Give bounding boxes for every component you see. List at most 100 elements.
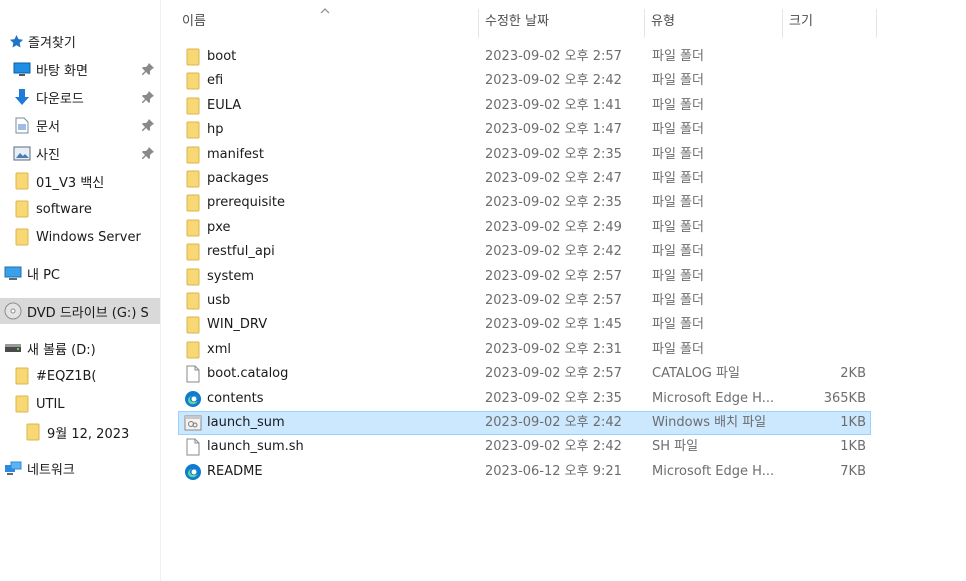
file-name: xml: [207, 341, 231, 357]
file-type: 파일 폴더: [652, 219, 704, 235]
file-modified-date: 2023-06-12 오후 9:21: [485, 463, 622, 479]
file-row[interactable]: xml 2023-09-02 오후 2:31 파일 폴더: [178, 338, 871, 362]
file-row[interactable]: efi 2023-09-02 오후 2:42 파일 폴더: [178, 69, 871, 93]
file-row[interactable]: EULA 2023-09-02 오후 1:41 파일 폴더: [178, 94, 871, 118]
file-row[interactable]: boot.catalog 2023-09-02 오후 2:57 CATALOG 파일…: [178, 362, 871, 386]
file-type: Windows 배치 파일: [652, 415, 767, 430]
file-size: [786, 46, 866, 68]
file-icon: [184, 436, 202, 458]
file-size: 2KB: [840, 366, 866, 382]
file-name: hp: [207, 122, 224, 138]
file-modified-date: 2023-09-02 오후 2:57: [485, 366, 622, 382]
column-header-type[interactable]: 유형: [645, 0, 782, 38]
file-row[interactable]: boot 2023-09-02 오후 2:57 파일 폴더: [178, 45, 871, 69]
file-name: README: [207, 463, 263, 479]
folder-icon: [184, 95, 202, 117]
nav-label: Windows Server: [36, 229, 141, 245]
nav-folder-windows-server[interactable]: Windows Server: [0, 225, 160, 249]
folder-icon: [24, 423, 42, 441]
nav-network[interactable]: 네트워크: [0, 456, 160, 480]
file-name: launch_sum.sh: [207, 439, 304, 455]
nav-documents[interactable]: 문서: [0, 113, 160, 137]
file-row[interactable]: contents 2023-09-02 오후 2:35 Microsoft Edge…: [178, 387, 871, 411]
file-size: [786, 119, 866, 141]
pin-icon[interactable]: [141, 118, 155, 132]
file-row[interactable]: prerequisite 2023-09-02 오후 2:35 파일 폴더: [178, 191, 871, 215]
column-header-bar: 이름 수정한 날짜 유형 크기: [176, 0, 966, 38]
file-modified-date: 2023-09-02 오후 2:35: [485, 390, 622, 406]
nav-label: #EQZ1B(: [36, 368, 97, 384]
file-row[interactable]: pxe 2023-09-02 오후 2:49 파일 폴더: [178, 216, 871, 240]
file-row[interactable]: packages 2023-09-02 오후 2:47 파일 폴더: [178, 167, 871, 191]
file-size: [786, 70, 866, 92]
folder-icon: [13, 367, 31, 385]
file-row[interactable]: manifest 2023-09-02 오후 2:35 파일 폴더: [178, 143, 871, 167]
nav-folder-eqz1b[interactable]: #EQZ1B(: [0, 364, 160, 388]
column-header-name[interactable]: 이름: [176, 0, 478, 38]
file-size: [786, 168, 866, 190]
file-row[interactable]: usb 2023-09-02 오후 2:57 파일 폴더: [178, 289, 871, 313]
folder-icon: [184, 241, 202, 263]
file-name: pxe: [207, 219, 231, 235]
pin-icon[interactable]: [141, 146, 155, 160]
folder-icon: [184, 266, 202, 288]
column-header-size[interactable]: 크기: [783, 0, 876, 38]
file-row[interactable]: launch_sum.sh 2023-09-02 오후 2:42 SH 파일 1KB: [178, 435, 871, 459]
nav-downloads[interactable]: 다운로드: [0, 85, 160, 109]
file-modified-date: 2023-09-02 오후 1:47: [485, 122, 622, 138]
download-icon: [13, 88, 31, 106]
file-type: 파일 폴더: [652, 146, 704, 162]
file-size: 365KB: [823, 390, 866, 406]
nav-this-pc[interactable]: 내 PC: [0, 261, 160, 285]
file-modified-date: 2023-09-02 오후 2:42: [485, 439, 622, 455]
nav-label: 내 PC: [27, 267, 61, 283]
file-modified-date: 2023-09-02 오후 2:42: [485, 73, 622, 89]
nav-volume-d[interactable]: 새 볼륨 (D:): [0, 336, 160, 360]
column-header-modified[interactable]: 수정한 날짜: [479, 0, 644, 38]
nav-label: 01_V3 백신: [36, 175, 105, 191]
nav-folder-sep-12[interactable]: 9월 12, 2023: [0, 420, 160, 444]
nav-dvd-drive[interactable]: DVD 드라이브 (G:) S: [0, 298, 160, 324]
file-modified-date: 2023-09-02 오후 2:35: [485, 195, 622, 211]
file-modified-date: 2023-09-02 오후 2:57: [485, 268, 622, 284]
pin-icon[interactable]: [141, 90, 155, 104]
network-icon: [4, 459, 22, 477]
folder-icon: [184, 192, 202, 214]
file-name: packages: [207, 171, 269, 186]
dvd-icon: [4, 302, 22, 320]
file-row[interactable]: system 2023-09-02 오후 2:57 파일 폴더: [178, 265, 871, 289]
file-name: usb: [207, 293, 231, 308]
nav-folder-util[interactable]: UTIL: [0, 392, 160, 416]
file-row[interactable]: README 2023-06-12 오후 9:21 Microsoft Edge H…: [178, 460, 871, 484]
folder-icon: [184, 119, 202, 141]
file-row[interactable]: WIN_DRV 2023-09-02 오후 1:45 파일 폴더: [178, 313, 871, 337]
file-modified-date: 2023-09-02 오후 2:57: [485, 293, 622, 308]
nav-label: 새 볼륨 (D:): [27, 342, 96, 358]
file-modified-date: 2023-09-02 오후 2:57: [485, 49, 622, 64]
nav-folder-v3[interactable]: 01_V3 백신: [0, 169, 160, 193]
file-row[interactable]: launch_sum 2023-09-02 오후 2:42 Windows 배치 파…: [178, 411, 871, 435]
nav-label: 사진: [36, 147, 60, 163]
file-type: 파일 폴더: [652, 293, 704, 308]
file-size: [786, 290, 866, 312]
file-modified-date: 2023-09-02 오후 1:41: [485, 97, 622, 113]
nav-folder-software[interactable]: software: [0, 197, 160, 221]
file-type: 파일 폴더: [652, 244, 704, 260]
file-name: EULA: [207, 97, 242, 113]
file-row[interactable]: hp 2023-09-02 오후 1:47 파일 폴더: [178, 118, 871, 142]
nav-quick-access[interactable]: 즐겨찾기: [0, 29, 160, 53]
file-row[interactable]: restful_api 2023-09-02 오후 2:42 파일 폴더: [178, 240, 871, 264]
pin-icon[interactable]: [141, 62, 155, 76]
folder-icon: [184, 314, 202, 336]
folder-icon: [184, 339, 202, 361]
nav-label: UTIL: [36, 396, 65, 412]
drive-icon: [4, 339, 22, 357]
file-type: 파일 폴더: [652, 268, 704, 284]
folder-icon: [13, 200, 31, 218]
file-name: system: [207, 268, 254, 284]
pictures-icon: [13, 144, 31, 162]
nav-pictures[interactable]: 사진: [0, 141, 160, 165]
column-divider[interactable]: [876, 9, 877, 38]
nav-desktop[interactable]: 바탕 화면: [0, 57, 160, 81]
file-name: contents: [207, 390, 264, 406]
